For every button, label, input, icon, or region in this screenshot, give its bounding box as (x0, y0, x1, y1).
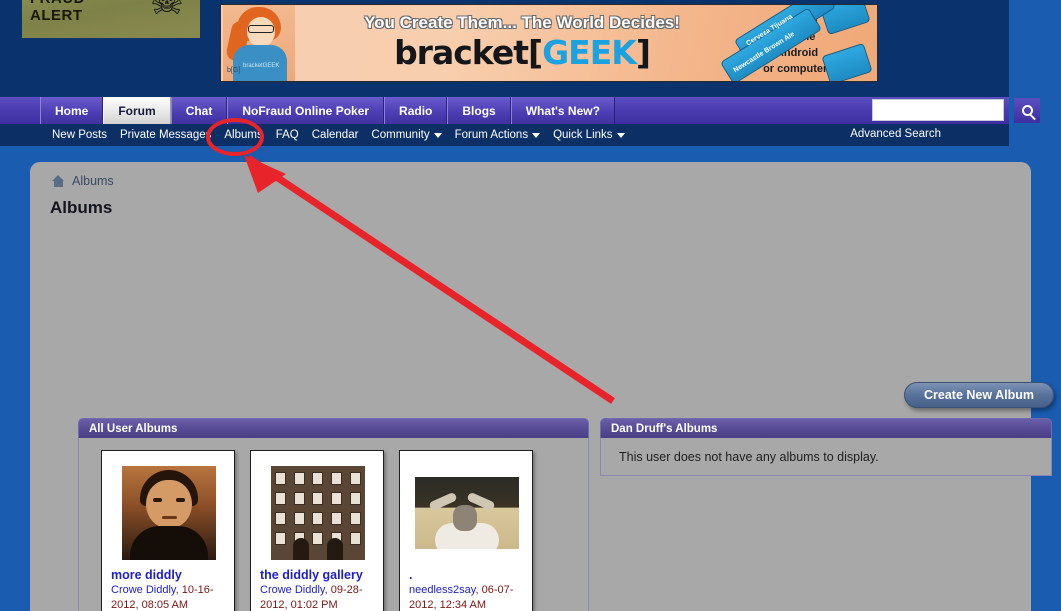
site-logo[interactable]: FRAUD ALERT ☠ (22, 0, 200, 38)
ad-mascot-image: bracketGEEK b[G] (223, 5, 295, 81)
chevron-down-icon (532, 132, 541, 138)
ad-corner-label: b[G] (227, 67, 241, 74)
album-meta: . needless2say, 06-07-2012, 12:34 AM Pic… (409, 568, 526, 611)
advanced-search-link[interactable]: Advanced Search (850, 128, 941, 140)
nav-tab-blogs[interactable]: Blogs (447, 97, 511, 124)
longhorn-steer-photo-thumbnail[interactable] (415, 476, 519, 549)
home-icon[interactable] (52, 175, 65, 187)
site-header: FRAUD ALERT ☠ bracketGEEK b[G] You Creat… (0, 0, 1009, 97)
all-user-albums-body: more diddly Crowe Diddly, 10-16-2012, 08… (78, 438, 589, 611)
subnav-item-quick-links[interactable]: Quick Links (553, 129, 625, 141)
breadcrumb: Albums (52, 174, 114, 188)
album-card[interactable]: the diddly gallery Crowe Diddly, 09-28-2… (250, 450, 384, 611)
site-logo-text: FRAUD ALERT (30, 0, 85, 24)
user-albums-heading: Dan Druff's Albums (600, 418, 1052, 438)
subnav-item-calendar[interactable]: Calendar (312, 129, 359, 141)
subnav-item-faq[interactable]: FAQ (276, 129, 299, 141)
skull-and-crossbones-icon: ☠ (149, 0, 184, 23)
all-user-albums-heading: All User Albums (78, 418, 589, 438)
subnav-label-albums: Albums (224, 129, 263, 141)
nav-tab-chat[interactable]: Chat (170, 97, 228, 124)
chevron-down-icon (433, 132, 442, 138)
magnifier-icon (1021, 105, 1033, 116)
album-thumbnail-wrap (251, 460, 383, 565)
user-albums-body: This user does not have any albums to di… (600, 438, 1052, 476)
search-input[interactable] (873, 100, 1003, 120)
create-new-album-button[interactable]: Create New Album (904, 382, 1054, 408)
nav-tab-whats-new[interactable]: What's New? (510, 97, 615, 124)
breadcrumb-current[interactable]: Albums (72, 174, 114, 188)
search-button[interactable] (1014, 98, 1040, 123)
logo-line-2: ALERT (30, 7, 83, 24)
subnav-item-forum-actions[interactable]: Forum Actions (455, 129, 541, 141)
album-grid: more diddly Crowe Diddly, 10-16-2012, 08… (101, 450, 581, 611)
page-title: Albums (50, 198, 113, 217)
search-box[interactable] (872, 99, 1004, 121)
ad-banner[interactable]: bracketGEEK b[G] You Create Them... The … (220, 4, 878, 82)
ad-tagline: You Create Them... The World Decides! (364, 13, 680, 32)
subnav-item-albums[interactable]: Albums (224, 129, 262, 141)
portrait-photo-thumbnail[interactable] (122, 465, 216, 560)
header-right-filler (1009, 0, 1061, 97)
glasses-icon (248, 25, 274, 33)
subnav-right-filler (1009, 124, 1061, 146)
album-owner[interactable]: needless2say (409, 584, 475, 596)
subnav-label-new-posts: New Posts (52, 129, 107, 141)
empty-albums-message: This user does not have any albums to di… (619, 449, 879, 464)
nav-tab-forum[interactable]: Forum (103, 97, 171, 124)
subnav-label-private-messages: Private Messages (119, 129, 212, 141)
nav-tab-list: Home Forum Chat NoFraud Online Poker Rad… (40, 97, 615, 124)
subnav-item-list: New Posts Private Messages Albums FAQ Ca… (52, 124, 625, 146)
main-navigation: Home Forum Chat NoFraud Online Poker Rad… (0, 97, 1009, 124)
user-albums-block: Dan Druff's Albums This user does not ha… (600, 418, 1052, 476)
album-card[interactable]: more diddly Crowe Diddly, 10-16-2012, 08… (101, 450, 235, 611)
nav-tab-radio[interactable]: Radio (384, 97, 448, 124)
ad-brand-highlight: GEEK (542, 33, 637, 72)
album-owner[interactable]: Crowe Diddly (111, 584, 176, 596)
subnav-item-private-messages[interactable]: Private Messages (120, 129, 211, 141)
nav-tab-nofraud-online-poker[interactable]: NoFraud Online Poker (227, 97, 385, 124)
album-thumbnail-wrap (102, 460, 234, 565)
album-title[interactable]: more diddly (111, 568, 228, 583)
ad-brand-prefix: bracket[ (394, 33, 543, 72)
subnav-item-community[interactable]: Community (371, 129, 442, 141)
album-title[interactable]: the diddly gallery (260, 568, 377, 583)
album-thumbnail-wrap (400, 460, 532, 565)
content-panel: Albums Albums Create New Album All User … (30, 162, 1054, 611)
album-meta: the diddly gallery Crowe Diddly, 09-28-2… (260, 568, 377, 611)
album-title[interactable]: . (409, 568, 526, 583)
subnav-label-community: Community (371, 129, 430, 141)
album-owner[interactable]: Crowe Diddly (260, 584, 325, 596)
subnav-label-calendar: Calendar (311, 129, 359, 141)
ad-phone-graphics: Cerveza Tijuana Newcastle Brown Ale (697, 5, 877, 81)
album-meta: more diddly Crowe Diddly, 10-16-2012, 08… (111, 568, 228, 611)
all-user-albums-block: All User Albums more diddly Crowe Diddly… (78, 418, 589, 611)
chevron-down-icon (616, 132, 625, 138)
ad-brand-suffix: ] (635, 33, 651, 72)
nav-tab-home[interactable]: Home (40, 97, 104, 124)
ad-shirt-label: bracketGEEK (243, 63, 280, 69)
subnav-label-faq: FAQ (275, 129, 299, 141)
subnav-item-new-posts[interactable]: New Posts (52, 129, 107, 141)
logo-line-1: FRAUD (30, 0, 85, 7)
building-facade-photo-thumbnail[interactable] (271, 465, 365, 560)
page-root: FRAUD ALERT ☠ bracketGEEK b[G] You Creat… (0, 0, 1061, 611)
subnav-label-quick-links: Quick Links (553, 129, 613, 141)
sub-navigation: New Posts Private Messages Albums FAQ Ca… (0, 124, 1009, 146)
subnav-label-forum-actions: Forum Actions (454, 129, 529, 141)
ad-brand: bracket[GEEK] (307, 33, 737, 73)
album-card[interactable]: . needless2say, 06-07-2012, 12:34 AM Pic… (399, 450, 533, 611)
